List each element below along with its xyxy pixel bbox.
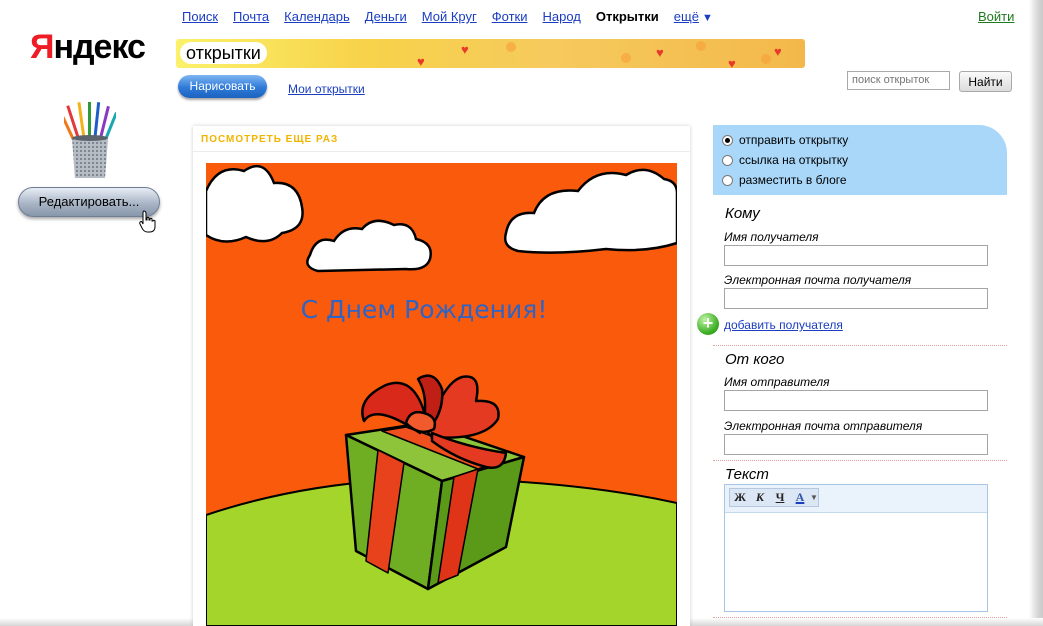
text-color-button[interactable]: A <box>790 489 810 506</box>
divider <box>193 151 690 152</box>
recipient-name-label: Имя получателя <box>724 230 819 244</box>
logo-rest: ндекс <box>53 28 146 66</box>
nav-item-calendar[interactable]: Календарь <box>284 9 350 24</box>
radio-selected[interactable] <box>722 134 733 146</box>
section-divider <box>713 617 1007 618</box>
format-button-group: Ж К Ч A ▼ <box>729 488 819 507</box>
option-post-blog[interactable]: разместить в блоге <box>722 173 847 187</box>
flower-decoration <box>696 41 706 51</box>
card-greeting: С Днем Рождения! <box>301 295 548 324</box>
nav-item-mail[interactable]: Почта <box>233 9 269 24</box>
hand-cursor-icon <box>139 210 156 233</box>
recipient-email-label: Электронная почта получателя <box>724 273 912 287</box>
plus-circle-icon[interactable]: + <box>697 313 719 335</box>
nav-item-moikrug[interactable]: Мой Круг <box>422 9 477 24</box>
sender-email-label: Электронная почта отправителя <box>724 419 923 433</box>
nav-item-money[interactable]: Деньги <box>365 9 407 24</box>
heart-icon: ♥ <box>417 54 425 68</box>
search-button[interactable]: Найти <box>959 71 1012 92</box>
section-title-from: От кого <box>725 351 785 368</box>
option-send-card-label: отправить открытку <box>739 133 849 147</box>
heart-icon: ♥ <box>774 44 782 59</box>
triangle-down-icon: ▼ <box>701 12 713 24</box>
bold-button[interactable]: Ж <box>730 489 750 506</box>
option-card-link[interactable]: ссылка на открытку <box>722 153 848 167</box>
flower-decoration <box>621 53 631 63</box>
underline-button[interactable]: Ч <box>770 489 790 506</box>
heart-icon: ♥ <box>461 42 469 57</box>
section-title-to: Кому <box>725 205 760 222</box>
window-right-edge <box>1029 0 1043 626</box>
option-post-blog-label: разместить в блоге <box>739 173 847 187</box>
login-link[interactable]: Войти <box>978 9 1014 24</box>
recipient-email-input[interactable] <box>724 288 988 309</box>
option-card-link-label: ссылка на открытку <box>739 153 849 167</box>
triangle-down-icon[interactable]: ▼ <box>810 489 818 506</box>
pencil-cup-icon <box>64 102 116 178</box>
draw-button[interactable]: Нарисовать <box>178 75 267 98</box>
editor-toolbar: Ж К Ч A ▼ <box>725 485 987 513</box>
italic-button[interactable]: К <box>750 489 770 506</box>
add-recipient-link[interactable]: добавить получателя <box>724 318 843 332</box>
radio-unselected[interactable] <box>722 174 733 186</box>
section-divider <box>713 460 1007 461</box>
section-title-text: Текст <box>725 466 769 483</box>
top-nav: Поиск Почта Календарь Деньги Мой Круг Фо… <box>182 9 713 24</box>
heart-icon: ♥ <box>728 56 736 68</box>
section-divider <box>713 345 1007 346</box>
birthday-card-image[interactable]: С Днем Рождения! <box>206 163 677 626</box>
sender-email-input[interactable] <box>724 434 988 455</box>
heart-icon: ♥ <box>656 45 664 60</box>
page-title: открытки <box>180 42 267 64</box>
card-preview-panel: ПОСМОТРЕТЬ ЕЩЕ РАЗ С Днем Рождения! <box>193 126 690 626</box>
option-send-card[interactable]: отправить открытку <box>722 133 848 147</box>
search-input[interactable] <box>847 71 950 90</box>
radio-unselected[interactable] <box>722 154 733 166</box>
nav-item-narod[interactable]: Народ <box>542 9 580 24</box>
flower-decoration <box>506 42 516 52</box>
sender-name-input[interactable] <box>724 390 988 411</box>
message-editor[interactable]: Ж К Ч A ▼ <box>724 484 988 612</box>
nav-more[interactable]: ещё ▼ <box>674 9 713 24</box>
service-banner: ♥ ♥ ♥ ♥ ♥ открытки <box>176 39 805 68</box>
my-cards-link[interactable]: Мои открытки <box>288 82 365 96</box>
send-options: отправить открытку ссылка на открытку ра… <box>713 125 1007 195</box>
recipient-name-input[interactable] <box>724 245 988 266</box>
sender-name-label: Имя отправителя <box>724 375 830 389</box>
replay-link[interactable]: ПОСМОТРЕТЬ ЕЩЕ РАЗ <box>201 134 338 145</box>
flower-decoration <box>761 54 771 64</box>
nav-more-label: ещё <box>673 9 699 24</box>
nav-item-search[interactable]: Поиск <box>182 9 218 24</box>
yandex-logo[interactable]: Яндекс <box>30 28 146 67</box>
nav-item-photos[interactable]: Фотки <box>492 9 528 24</box>
nav-item-cards[interactable]: Открытки <box>596 9 659 24</box>
logo-first-letter: Я <box>30 28 54 66</box>
